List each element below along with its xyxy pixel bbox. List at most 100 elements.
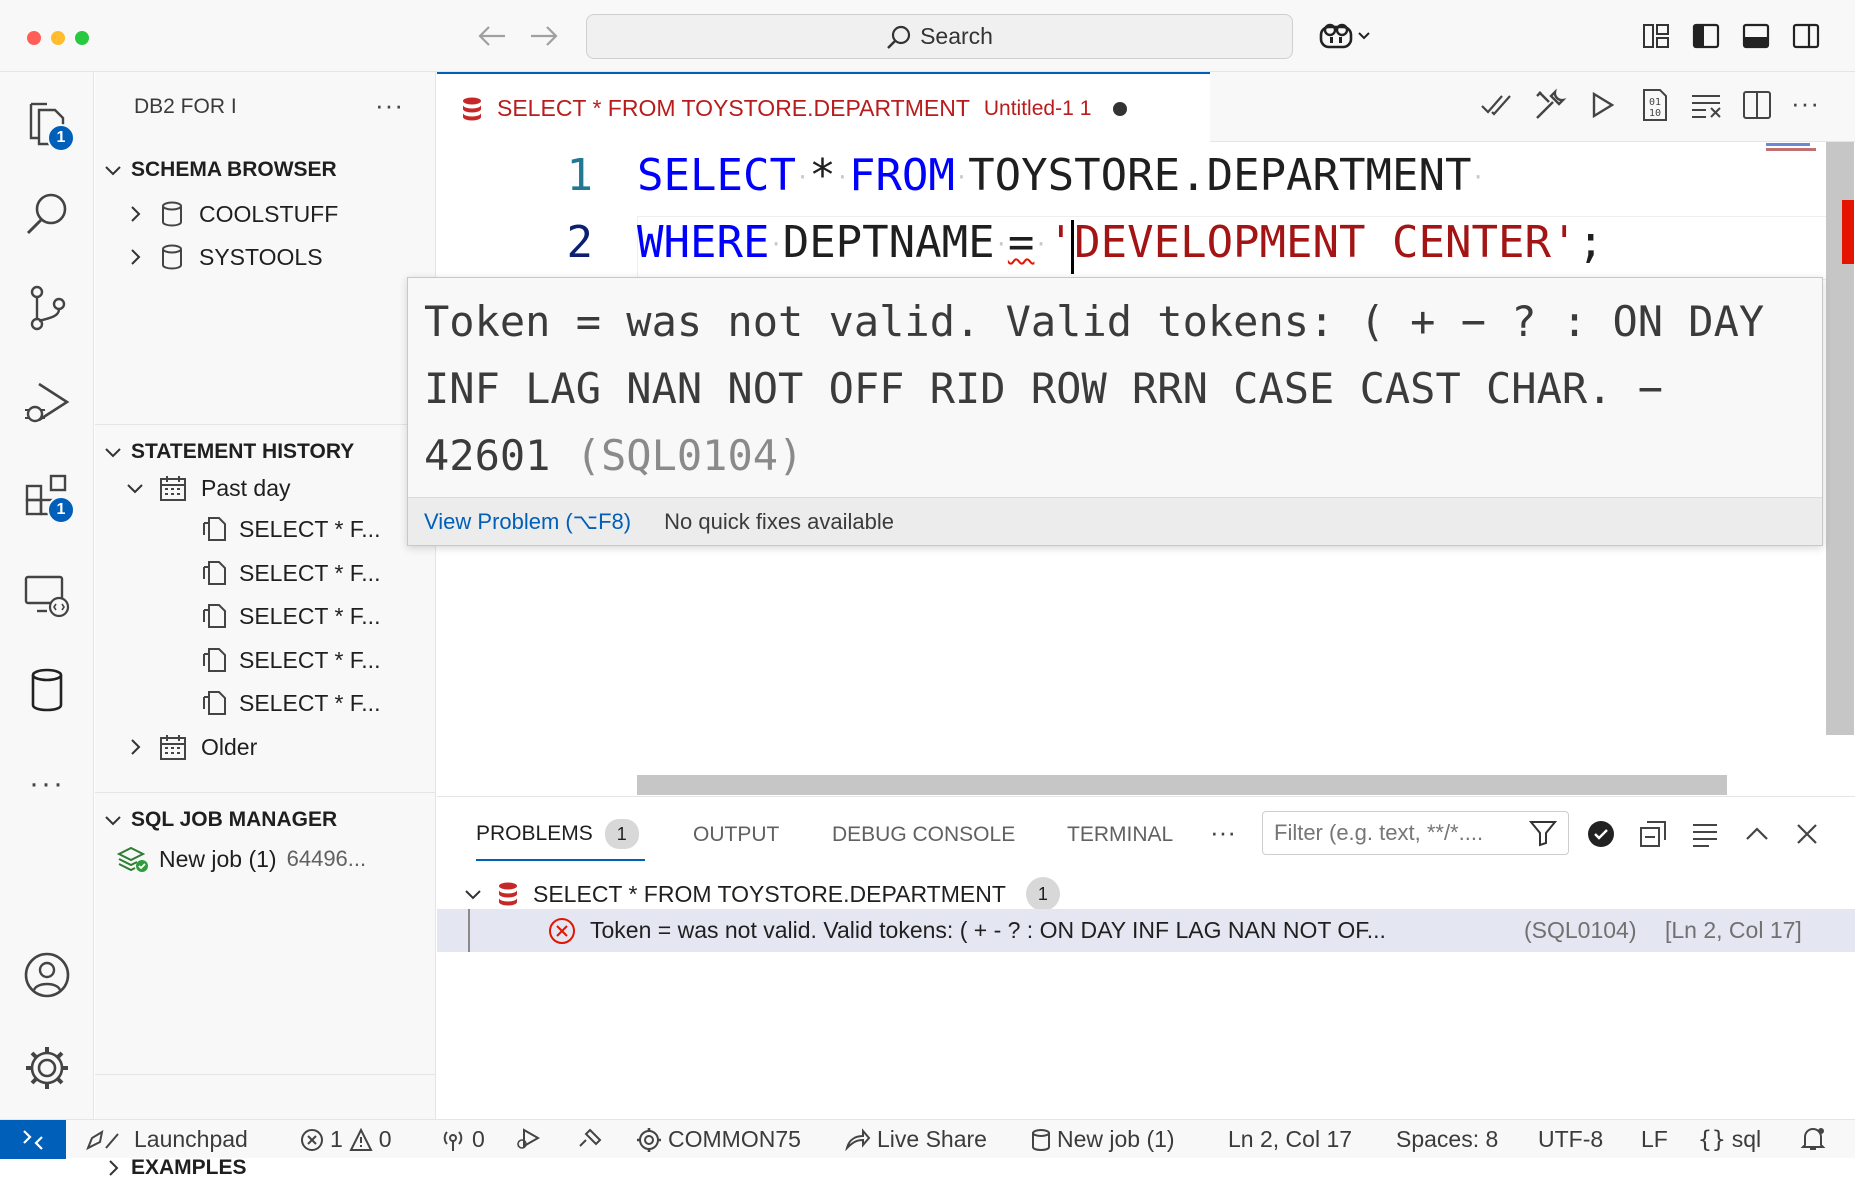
- zoom-window-button[interactable]: [75, 31, 89, 45]
- schema-item-label: SYSTOOLS: [199, 243, 323, 270]
- minimize-window-button[interactable]: [51, 31, 65, 45]
- sql-operator: *: [809, 150, 836, 201]
- check-circle-icon[interactable]: [1587, 820, 1615, 848]
- primary-sidebar: DB2 FOR I ··· SCHEMA BROWSER COOLSTUFF S…: [95, 72, 436, 1179]
- tab-problems-label: PROBLEMS: [476, 822, 593, 845]
- forward-arrow-icon[interactable]: [528, 20, 560, 52]
- connection-status-item[interactable]: COMMON75: [636, 1126, 801, 1153]
- history-statement[interactable]: SELECT * F...: [201, 554, 431, 592]
- indentation[interactable]: Spaces: 8: [1396, 1126, 1498, 1153]
- scrollbar-error-marker: [1842, 200, 1854, 264]
- more-views-icon[interactable]: ···: [17, 754, 77, 814]
- problem-message: Token = was not valid. Valid tokens: ( +…: [590, 917, 1386, 943]
- section-divider: [95, 424, 435, 425]
- schema-item[interactable]: COOLSTUFF: [125, 195, 425, 233]
- statement-history-header[interactable]: STATEMENT HISTORY: [103, 434, 433, 470]
- sql-keyword: FROM: [848, 150, 955, 201]
- sql-job-status-item[interactable]: New job (1): [1031, 1126, 1175, 1153]
- ports-status-item[interactable]: 0: [440, 1126, 485, 1153]
- sql-identifier: DEPTNAME: [782, 217, 995, 268]
- word-wrap-icon[interactable]: [1691, 820, 1719, 848]
- plug-status-icon[interactable]: [576, 1126, 604, 1150]
- unsaved-dot-icon[interactable]: [1113, 101, 1128, 116]
- search-view-icon[interactable]: [17, 184, 77, 244]
- collapse-all-icon[interactable]: [1639, 820, 1667, 848]
- search-label: Search: [920, 23, 993, 49]
- history-group-older[interactable]: Older: [125, 728, 425, 766]
- command-center-search[interactable]: Search: [586, 14, 1293, 59]
- problem-row[interactable]: Token = was not valid. Valid tokens: ( +…: [437, 909, 1855, 952]
- horizontal-scrollbar[interactable]: [637, 775, 1727, 795]
- tab-output[interactable]: OUTPUT: [693, 823, 779, 847]
- remote-indicator-icon[interactable]: [0, 1120, 66, 1159]
- copilot-icon[interactable]: [1318, 20, 1378, 52]
- debug-status-icon[interactable]: [516, 1126, 544, 1150]
- remote-explorer-icon[interactable]: [17, 566, 77, 626]
- tab-terminal[interactable]: TERMINAL: [1067, 823, 1173, 847]
- run-all-checks-icon[interactable]: [1480, 90, 1516, 126]
- statement-icon: [203, 561, 226, 585]
- schema-browser-header[interactable]: SCHEMA BROWSER: [103, 152, 433, 188]
- history-statement-label: SELECT * F...: [239, 515, 381, 542]
- language-label: sql: [1731, 1126, 1762, 1152]
- problems-count-badge: 1: [604, 819, 639, 849]
- run-statement-icon[interactable]: [1587, 90, 1623, 126]
- tab-problems[interactable]: PROBLEMS 1: [476, 819, 639, 849]
- history-statement[interactable]: SELECT * F...: [201, 510, 431, 548]
- filter-funnel-icon[interactable]: [1529, 819, 1557, 847]
- live-share-item[interactable]: Live Share: [845, 1126, 987, 1153]
- history-group-past-day[interactable]: Past day: [125, 469, 425, 507]
- launchpad-item[interactable]: Launchpad: [84, 1126, 248, 1153]
- history-statement[interactable]: SELECT * F...: [201, 641, 431, 679]
- source-control-icon[interactable]: [17, 278, 77, 338]
- problems-filter-input[interactable]: Filter (e.g. text, **/*....: [1262, 811, 1569, 855]
- back-arrow-icon[interactable]: [476, 20, 508, 52]
- chevron-right-icon: [131, 249, 141, 265]
- close-panel-icon[interactable]: [1793, 820, 1821, 848]
- chevron-right-icon: [109, 1160, 119, 1176]
- sidebar-more-actions-icon[interactable]: ···: [375, 90, 404, 121]
- view-problem-link[interactable]: View Problem (⌥F8): [424, 509, 631, 535]
- schema-item[interactable]: SYSTOOLS: [125, 238, 425, 276]
- settings-gear-icon[interactable]: [17, 1038, 77, 1098]
- close-window-button[interactable]: [27, 31, 41, 45]
- cursor-position[interactable]: Ln 2, Col 17: [1228, 1126, 1352, 1153]
- language-mode-item[interactable]: {} sql: [1698, 1126, 1761, 1153]
- run-debug-icon[interactable]: [17, 372, 77, 432]
- no-quick-fixes-label: No quick fixes available: [664, 508, 895, 534]
- database-icon[interactable]: [17, 660, 77, 720]
- toggle-primary-sidebar-icon[interactable]: [1690, 20, 1722, 52]
- problems-status-item[interactable]: 1 0: [300, 1126, 392, 1153]
- minimap[interactable]: [1766, 142, 1824, 152]
- statement-icon: [203, 648, 226, 672]
- maximize-panel-chevron-up-icon[interactable]: [1743, 820, 1771, 848]
- explain-icon[interactable]: 01 10: [1640, 88, 1676, 124]
- sql-job-manager-header[interactable]: SQL JOB MANAGER: [103, 802, 433, 838]
- sql-keyword: SELECT: [637, 150, 796, 201]
- toggle-panel-icon[interactable]: [1740, 20, 1772, 52]
- customize-layout-icon[interactable]: [1640, 20, 1672, 52]
- editor-more-actions-icon[interactable]: ···: [1791, 88, 1820, 119]
- end-of-line[interactable]: LF: [1641, 1126, 1668, 1153]
- accounts-icon[interactable]: [17, 945, 77, 1005]
- statement-icon: [203, 691, 226, 715]
- sql-terminator: ;: [1577, 217, 1604, 268]
- extensions-icon[interactable]: 1: [17, 466, 77, 526]
- notifications-bell-icon[interactable]: [1800, 1126, 1826, 1152]
- toggle-secondary-sidebar-icon[interactable]: [1790, 20, 1822, 52]
- encoding[interactable]: UTF-8: [1538, 1126, 1603, 1153]
- error-count: 1: [330, 1126, 343, 1152]
- history-statement[interactable]: SELECT * F...: [201, 597, 431, 635]
- explorer-icon[interactable]: 1: [17, 94, 77, 154]
- format-clear-icon[interactable]: [1690, 90, 1726, 126]
- panel-more-tabs-icon[interactable]: ···: [1210, 817, 1236, 848]
- tools-icon[interactable]: [1533, 88, 1569, 124]
- broadcast-icon: [443, 1130, 463, 1151]
- error-hover-widget: Token = was not valid. Valid tokens: ( +…: [407, 277, 1823, 546]
- history-group-label: Older: [201, 733, 258, 760]
- tab-debug-console[interactable]: DEBUG CONSOLE: [832, 823, 1015, 847]
- sql-job-item[interactable]: New job (1) 64496...: [117, 840, 435, 878]
- editor-tab[interactable]: SELECT * FROM TOYSTORE.DEPARTMENT Untitl…: [437, 72, 1210, 143]
- history-statement[interactable]: SELECT * F...: [201, 684, 431, 722]
- split-editor-icon[interactable]: [1742, 90, 1778, 126]
